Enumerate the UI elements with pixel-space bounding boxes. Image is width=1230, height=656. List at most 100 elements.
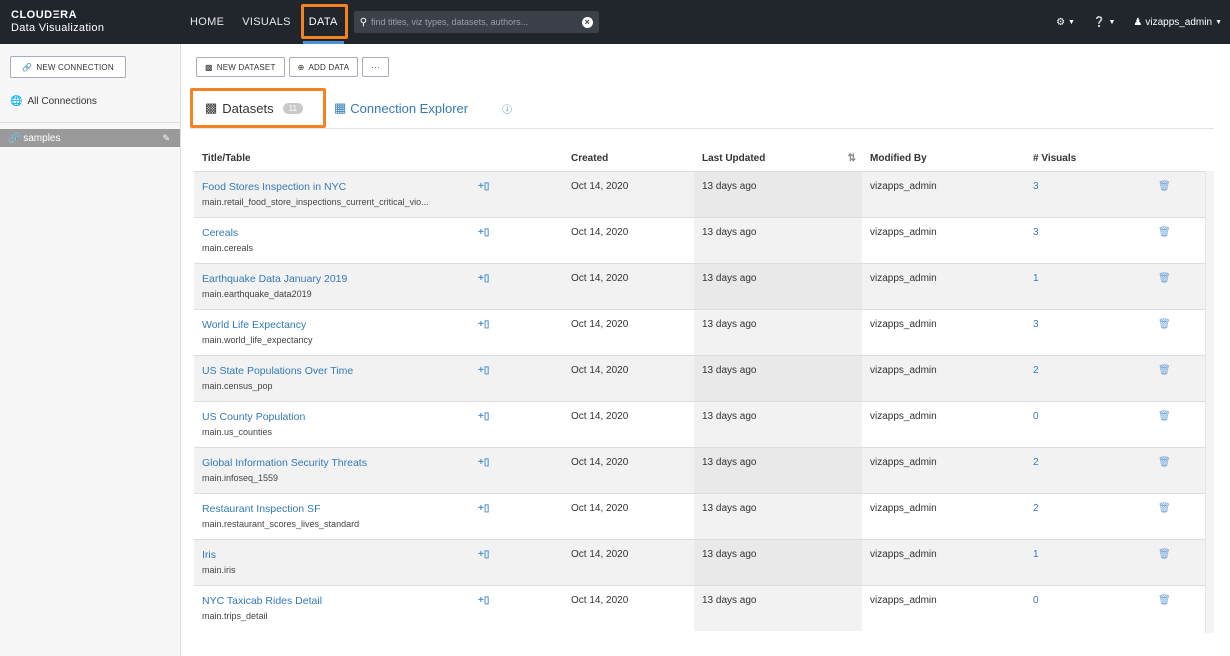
brand-logo[interactable]: CLOUDΞRA Data Visualization xyxy=(0,9,181,35)
visuals-count-link[interactable]: 3 xyxy=(1033,319,1039,330)
visuals-count-link[interactable]: 0 xyxy=(1033,411,1039,422)
all-connections-link[interactable]: 🌐 All Connections xyxy=(10,96,97,107)
cell-new-viz: +▯ xyxy=(470,171,563,217)
visuals-count-link[interactable]: 2 xyxy=(1033,365,1039,376)
dataset-title-link[interactable]: Food Stores Inspection in NYC xyxy=(202,181,470,193)
scrollbar[interactable] xyxy=(1205,171,1214,633)
visuals-count-link[interactable]: 2 xyxy=(1033,457,1039,468)
dataset-table-name: main.world_life_expectancy xyxy=(202,334,313,345)
help-icon[interactable]: ⓘ xyxy=(502,101,512,116)
visuals-count-link[interactable]: 3 xyxy=(1033,227,1039,238)
nav-visuals[interactable]: VISUALS xyxy=(233,0,300,44)
dataset-title-link[interactable]: Iris xyxy=(202,549,470,561)
col-modified-by[interactable]: Modified By xyxy=(862,146,1025,171)
trash-icon[interactable]: 🗑 xyxy=(1158,595,1171,606)
more-actions-button[interactable]: ··· xyxy=(362,57,389,77)
new-dashboard-icon[interactable]: +▯ xyxy=(478,227,489,238)
visuals-count-link[interactable]: 3 xyxy=(1033,181,1039,192)
all-connections-label: All Connections xyxy=(27,96,97,107)
settings-menu[interactable]: ⚙ ▼ xyxy=(1056,17,1075,28)
connections-sidebar: 🔗 NEW CONNECTION 🌐 All Connections 🔗 sam… xyxy=(0,44,181,656)
new-dashboard-icon[interactable]: +▯ xyxy=(478,595,489,606)
cell-created: Oct 14, 2020 xyxy=(563,447,694,493)
cell-created: Oct 14, 2020 xyxy=(571,226,629,238)
visuals-count-link[interactable]: 0 xyxy=(1033,595,1039,606)
dataset-title-link[interactable]: Global Information Security Threats xyxy=(202,457,470,469)
table-icon: ▦ xyxy=(334,100,347,115)
dataset-title-link[interactable]: NYC Taxicab Rides Detail xyxy=(202,595,470,607)
sidebar-item-label: samples xyxy=(23,132,61,144)
new-connection-button[interactable]: 🔗 NEW CONNECTION xyxy=(10,56,126,78)
dataset-title-link[interactable]: Cereals xyxy=(202,227,470,239)
dataset-toolbar: ▩ NEW DATASET ⊕ ADD DATA ··· xyxy=(196,57,389,77)
trash-icon[interactable]: 🗑 xyxy=(1158,549,1171,560)
new-dashboard-icon[interactable]: +▯ xyxy=(478,273,489,284)
cell-last-updated: 13 days ago xyxy=(694,401,862,447)
trash-icon[interactable]: 🗑 xyxy=(1158,457,1171,468)
trash-icon[interactable]: 🗑 xyxy=(1158,227,1171,238)
add-data-button[interactable]: ⊕ ADD DATA xyxy=(288,57,359,77)
table-row: US State Populations Over Time main.cens… xyxy=(194,355,1214,401)
trash-icon[interactable]: 🗑 xyxy=(1158,365,1171,376)
new-dashboard-icon[interactable]: +▯ xyxy=(478,411,489,422)
chevron-down-icon: ▼ xyxy=(1108,18,1116,26)
sort-icon[interactable]: ⇅ xyxy=(848,153,856,164)
cell-visuals: 2 xyxy=(1025,447,1150,493)
new-dashboard-icon[interactable]: +▯ xyxy=(478,319,489,330)
new-dataset-button[interactable]: ▩ NEW DATASET xyxy=(196,57,285,77)
new-dashboard-icon[interactable]: +▯ xyxy=(478,181,489,192)
clear-search-icon[interactable]: × xyxy=(581,16,593,28)
dataset-title-link[interactable]: US State Populations Over Time xyxy=(202,365,470,377)
search-icon: ⚲ xyxy=(359,16,368,28)
help-menu[interactable]: ❔ ▼ xyxy=(1093,17,1115,28)
dataset-title-link[interactable]: Earthquake Data January 2019 xyxy=(202,273,470,285)
search-input[interactable] xyxy=(371,17,582,27)
col-created[interactable]: Created xyxy=(563,146,694,171)
tab-datasets[interactable]: ▩ Datasets 11 xyxy=(190,88,326,128)
table-row: Iris main.iris +▯ Oct 14, 2020 13 days a… xyxy=(194,539,1214,585)
cell-visuals: 3 xyxy=(1025,171,1150,217)
visuals-count-link[interactable]: 1 xyxy=(1033,549,1039,560)
tab-connection-explorer[interactable]: ▦ Connection Explorer xyxy=(334,100,468,116)
visuals-count-link[interactable]: 2 xyxy=(1033,503,1039,514)
cell-last-updated: 13 days ago xyxy=(694,539,862,585)
user-menu[interactable]: ♟ vizapps_admin ▼ xyxy=(1133,17,1222,28)
trash-icon[interactable]: 🗑 xyxy=(1158,503,1171,514)
cell-title: Restaurant Inspection SF main.restaurant… xyxy=(194,493,470,539)
dataset-title-link[interactable]: World Life Expectancy xyxy=(202,319,470,331)
main-nav: HOME VISUALS DATA xyxy=(181,0,348,44)
nav-home[interactable]: HOME xyxy=(181,0,233,44)
new-dashboard-icon[interactable]: +▯ xyxy=(478,503,489,514)
dataset-title-link[interactable]: US County Population xyxy=(202,411,470,423)
trash-icon[interactable]: 🗑 xyxy=(1158,411,1171,422)
table-row: Earthquake Data January 2019 main.earthq… xyxy=(194,263,1214,309)
nav-data[interactable]: DATA xyxy=(300,0,348,44)
edit-icon[interactable]: ✎ xyxy=(162,133,170,144)
trash-icon[interactable]: 🗑 xyxy=(1158,181,1171,192)
trash-icon[interactable]: 🗑 xyxy=(1158,319,1171,330)
cell-created: Oct 14, 2020 xyxy=(563,263,694,309)
col-visuals[interactable]: # Visuals xyxy=(1025,146,1150,171)
new-dashboard-icon[interactable]: +▯ xyxy=(478,365,489,376)
cell-modified-by: vizapps_admin xyxy=(870,502,937,514)
cell-new-viz: +▯ xyxy=(470,539,563,585)
dataset-table-name: main.census_pop xyxy=(202,380,273,391)
trash-icon[interactable]: 🗑 xyxy=(1158,273,1171,284)
chevron-down-icon: ▼ xyxy=(1215,18,1222,26)
cell-last-updated: 13 days ago xyxy=(694,309,862,355)
new-dashboard-icon[interactable]: +▯ xyxy=(478,457,489,468)
cubes-icon: ▩ xyxy=(205,62,213,72)
cell-new-viz: +▯ xyxy=(470,217,563,263)
new-dashboard-icon[interactable]: +▯ xyxy=(478,549,489,560)
table-row: Restaurant Inspection SF main.restaurant… xyxy=(194,493,1214,539)
sidebar-item-samples[interactable]: 🔗 samples ✎ xyxy=(0,129,180,147)
visuals-count-link[interactable]: 1 xyxy=(1033,273,1039,284)
col-last-updated[interactable]: Last Updated ⇅ xyxy=(694,146,862,171)
add-data-label: ADD DATA xyxy=(308,62,350,72)
cell-title: World Life Expectancy main.world_life_ex… xyxy=(194,309,470,355)
cell-new-viz: +▯ xyxy=(470,447,563,493)
tabs-divider xyxy=(190,128,1214,129)
cell-title: Iris main.iris xyxy=(194,539,470,585)
dataset-title-link[interactable]: Restaurant Inspection SF xyxy=(202,503,470,515)
col-title[interactable]: Title/Table xyxy=(194,146,470,171)
